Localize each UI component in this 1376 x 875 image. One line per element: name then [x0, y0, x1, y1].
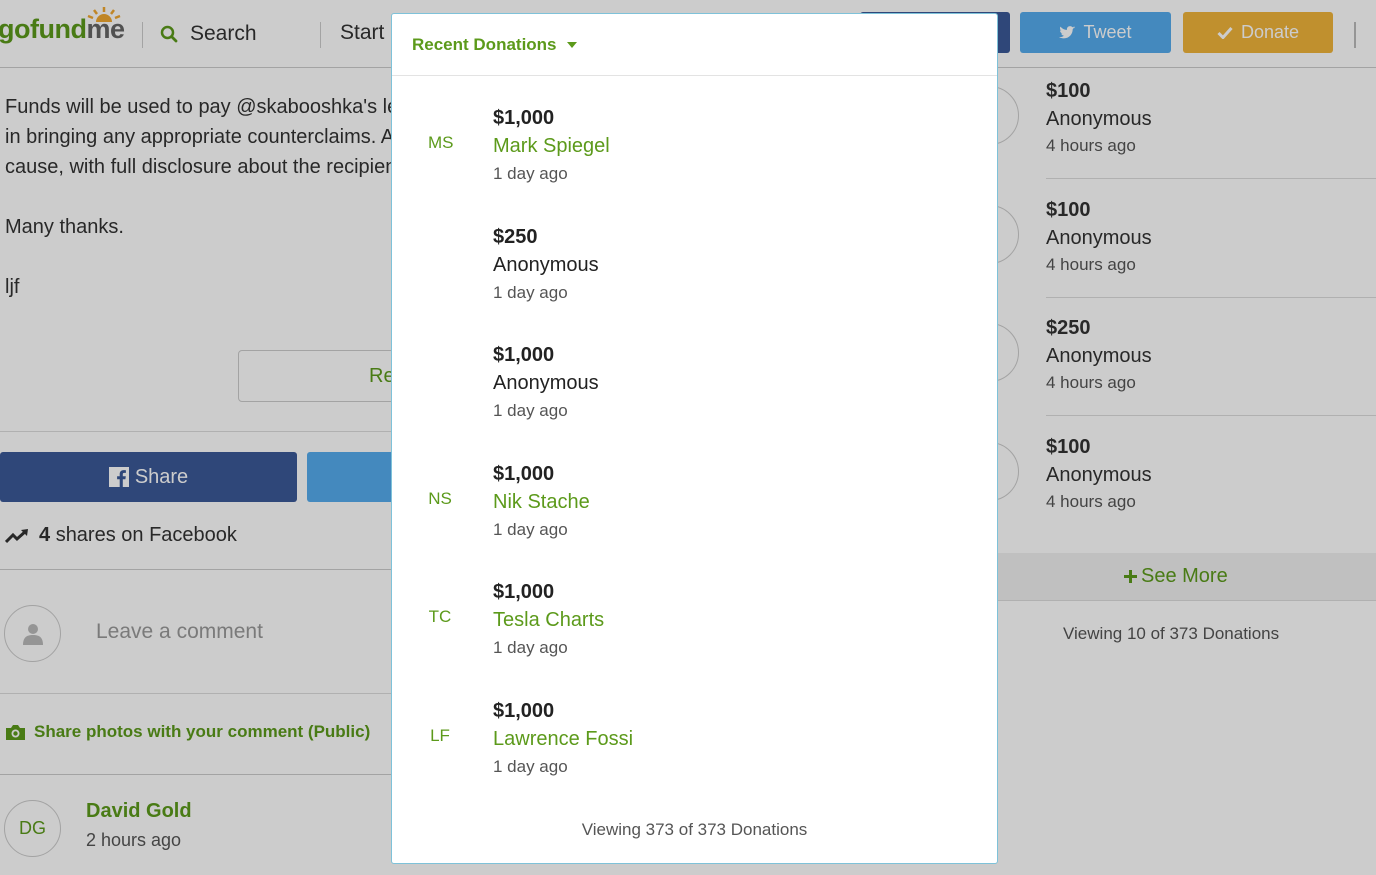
modal-title-label: Recent Donations — [412, 35, 557, 54]
donation-time: 1 day ago — [493, 757, 568, 776]
donor-name-link[interactable]: Lawrence Fossi — [493, 728, 633, 751]
donation-amount: $1,000 — [493, 700, 555, 722]
donation-item: TC $1,000 Tesla Charts 1 day ago — [392, 581, 997, 699]
donation-time: 1 day ago — [493, 520, 568, 539]
donor-initials: NS — [428, 489, 452, 508]
donor-name-link[interactable]: Tesla Charts — [493, 609, 604, 632]
donation-time: 1 day ago — [493, 401, 568, 420]
donation-item: $1,000 Anonymous 1 day ago — [392, 344, 997, 462]
donor-initials: MS — [428, 133, 454, 152]
modal-viewing-count: Viewing 373 of 373 Donations — [581, 820, 808, 839]
donation-amount: $1,000 — [493, 344, 555, 366]
donor-name: Anonymous — [493, 372, 599, 394]
donation-item: NS $1,000 Nik Stache 1 day ago — [392, 463, 997, 581]
donation-item: MS $1,000 Mark Spiegel 1 day ago — [392, 107, 997, 225]
caret-down-icon — [566, 42, 577, 48]
donation-amount: $1,000 — [493, 463, 555, 485]
recent-donations-dropdown[interactable]: Recent Donations — [412, 35, 577, 55]
donor-name: Anonymous — [493, 254, 599, 276]
modal-header: Recent Donations — [392, 14, 997, 76]
donor-name-link[interactable]: Nik Stache — [493, 491, 590, 514]
donation-item: $250 Anonymous 1 day ago — [392, 226, 997, 344]
donation-time: 1 day ago — [493, 164, 568, 183]
donor-initials: LF — [430, 726, 450, 745]
donation-amount: $1,000 — [493, 107, 555, 129]
donor-initials: TC — [428, 607, 452, 626]
donation-item: LF $1,000 Lawrence Fossi 1 day ago — [392, 700, 997, 818]
donor-name-link[interactable]: Mark Spiegel — [493, 135, 610, 158]
donation-time: 1 day ago — [493, 283, 568, 302]
donation-amount: $250 — [493, 226, 538, 248]
donation-time: 1 day ago — [493, 638, 568, 657]
donation-amount: $1,000 — [493, 581, 555, 603]
recent-donations-modal: Recent Donations MS $1,000 Mark Spiegel … — [391, 13, 998, 864]
